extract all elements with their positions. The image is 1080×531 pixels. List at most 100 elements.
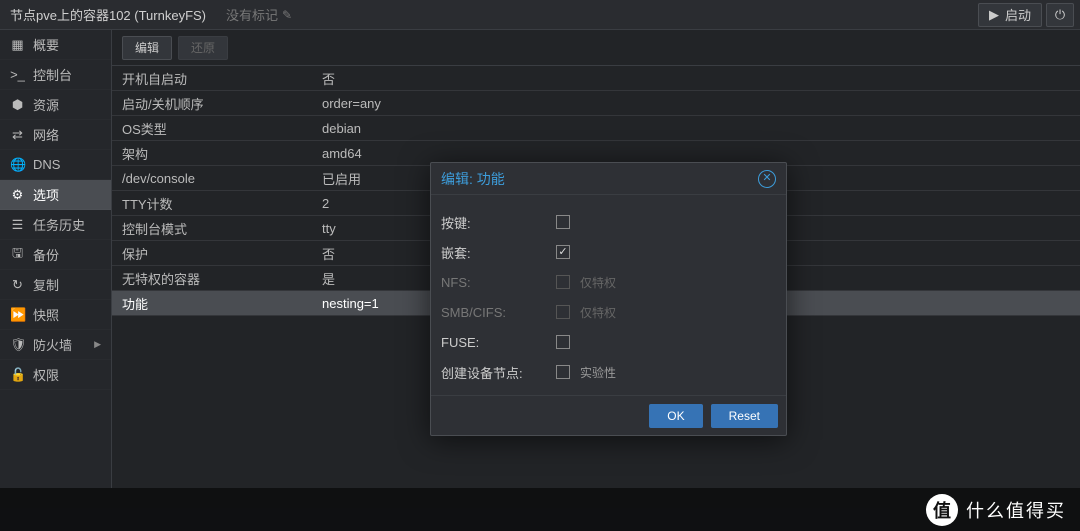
table-row[interactable]: OS类型debian (112, 116, 1080, 141)
form-field: SMB/CIFS: 仅特权 (441, 297, 776, 327)
sidebar-item-icon: ⇄ (10, 127, 25, 143)
row-key: 开机自启动 (122, 69, 322, 88)
sidebar-item[interactable]: ⏩ 快照 (0, 300, 111, 330)
form-field: 按键: (441, 207, 776, 237)
brand-text: 什么值得买 (966, 497, 1066, 523)
field-label: 按键: (441, 213, 556, 232)
close-icon[interactable]: ✕ (758, 170, 776, 188)
form-field: FUSE: (441, 327, 776, 357)
sidebar-item-label: 选项 (33, 185, 59, 204)
sidebar-item[interactable]: ⚙ 选项 (0, 180, 111, 210)
sidebar-item[interactable]: ⇄ 网络 (0, 120, 111, 150)
field-label: 创建设备节点: (441, 363, 556, 382)
row-value: order=any (322, 96, 1070, 111)
form-field: 创建设备节点: 实验性 (441, 357, 776, 387)
toolbar: 编辑 还原 (112, 30, 1080, 66)
pencil-icon[interactable] (282, 7, 292, 22)
field-note: 实验性 (580, 364, 616, 381)
sidebar-item-label: 防火墙 (33, 335, 72, 354)
edit-button[interactable]: 编辑 (122, 36, 172, 60)
sidebar-item[interactable]: 🔓 权限 (0, 360, 111, 390)
sidebar-item-label: DNS (33, 157, 60, 172)
row-value: debian (322, 121, 1070, 136)
row-key: 无特权的容器 (122, 269, 322, 288)
row-key: TTY计数 (122, 194, 322, 213)
table-row[interactable]: 开机自启动否 (112, 66, 1080, 91)
sidebar-item-label: 概要 (33, 35, 59, 54)
checkbox[interactable] (556, 335, 570, 349)
sidebar-item-label: 复制 (33, 275, 59, 294)
row-key: 启动/关机顺序 (122, 94, 322, 113)
dialog-title: 编辑: 功能 (441, 169, 505, 189)
dialog-header: 编辑: 功能 ✕ (431, 163, 786, 195)
power-icon: ⏻ (1055, 7, 1065, 23)
row-key: 控制台模式 (122, 219, 322, 238)
sidebar-item[interactable]: 🌐 DNS (0, 150, 111, 180)
row-value: 否 (322, 69, 1070, 88)
sidebar-item-label: 备份 (33, 245, 59, 264)
sidebar-item-icon: ☰ (10, 217, 25, 233)
sidebar-item-icon: ⬢ (10, 97, 25, 113)
sidebar-item[interactable]: 🖫 备份 (0, 240, 111, 270)
row-key: OS类型 (122, 119, 322, 138)
checkbox (556, 275, 570, 289)
sidebar-item[interactable]: ▦ 概要 (0, 30, 111, 60)
play-icon: ▶ (989, 7, 999, 23)
revert-button[interactable]: 还原 (178, 36, 228, 60)
edit-features-dialog: 编辑: 功能 ✕ 按键: 嵌套:✓ NFS: 仅特权 SMB/CIFS: 仅特权 FUSE:… (430, 162, 787, 436)
checkbox[interactable] (556, 365, 570, 379)
power-button[interactable]: ⏻ (1046, 3, 1074, 27)
brand: 值 什么值得买 (926, 494, 1066, 526)
ok-button[interactable]: OK (649, 404, 702, 428)
row-key: 功能 (122, 294, 322, 313)
dialog-footer: OK Reset (431, 395, 786, 435)
sidebar-item-icon: ▦ (10, 37, 25, 53)
sidebar-item-icon: 🔓 (10, 367, 25, 383)
chevron-right-icon: ▶ (94, 339, 101, 350)
sidebar-item-icon: >_ (10, 67, 25, 82)
field-label: FUSE: (441, 335, 556, 350)
window-title: 节点pve上的容器102 (TurnkeyFS) (10, 5, 206, 24)
sidebar-item[interactable]: 🛡防火墙▶ (0, 330, 111, 360)
title-bar: 节点pve上的容器102 (TurnkeyFS) 没有标记 ▶ 启动 ⏻ (0, 0, 1080, 30)
tags-area[interactable]: 没有标记 (226, 5, 292, 24)
dialog-body: 按键: 嵌套:✓ NFS: 仅特权 SMB/CIFS: 仅特权 FUSE: 创建设备节点: 实验… (431, 195, 786, 395)
row-key: /dev/console (122, 171, 322, 186)
sidebar-item[interactable]: ↻ 复制 (0, 270, 111, 300)
sidebar-item[interactable]: ☰ 任务历史 (0, 210, 111, 240)
sidebar-item-icon: ↻ (10, 277, 25, 293)
checkbox[interactable]: ✓ (556, 245, 570, 259)
sidebar-item-icon: 🌐 (10, 157, 25, 173)
sidebar-item[interactable]: ⬢ 资源 (0, 90, 111, 120)
sidebar-item-label: 权限 (33, 365, 59, 384)
sidebar-item-label: 任务历史 (33, 215, 85, 234)
field-label: 嵌套: (441, 243, 556, 262)
sidebar-item-label: 快照 (33, 305, 59, 324)
sidebar-item-icon: 🖫 (10, 244, 25, 266)
sidebar-item-label: 网络 (33, 125, 59, 144)
sidebar-item[interactable]: >_ 控制台 (0, 60, 111, 90)
start-button[interactable]: ▶ 启动 (978, 3, 1042, 27)
sidebar-item-icon: ⏩ (10, 307, 25, 323)
field-label: NFS: (441, 275, 556, 290)
row-value: amd64 (322, 146, 1070, 161)
field-note: 仅特权 (580, 304, 616, 321)
brand-icon: 值 (926, 494, 958, 526)
checkbox[interactable] (556, 215, 570, 229)
form-field: NFS: 仅特权 (441, 267, 776, 297)
form-field: 嵌套:✓ (441, 237, 776, 267)
start-label: 启动 (1005, 5, 1031, 24)
sidebar-item-icon: ⚙ (10, 187, 25, 203)
row-key: 保护 (122, 244, 322, 263)
sidebar: ▦概要>_控制台⬢资源⇄网络🌐DNS⚙选项☰任务历史🖫备份↻复制⏩快照🛡防火墙▶… (0, 30, 112, 488)
field-note: 仅特权 (580, 274, 616, 291)
sidebar-item-label: 资源 (33, 95, 59, 114)
watermark-bar: 值 什么值得买 (0, 488, 1080, 531)
sidebar-item-label: 控制台 (33, 65, 72, 84)
row-key: 架构 (122, 144, 322, 163)
checkbox (556, 305, 570, 319)
table-row[interactable]: 启动/关机顺序order=any (112, 91, 1080, 116)
field-label: SMB/CIFS: (441, 305, 556, 320)
tags-label: 没有标记 (226, 5, 278, 24)
reset-button[interactable]: Reset (711, 404, 778, 428)
